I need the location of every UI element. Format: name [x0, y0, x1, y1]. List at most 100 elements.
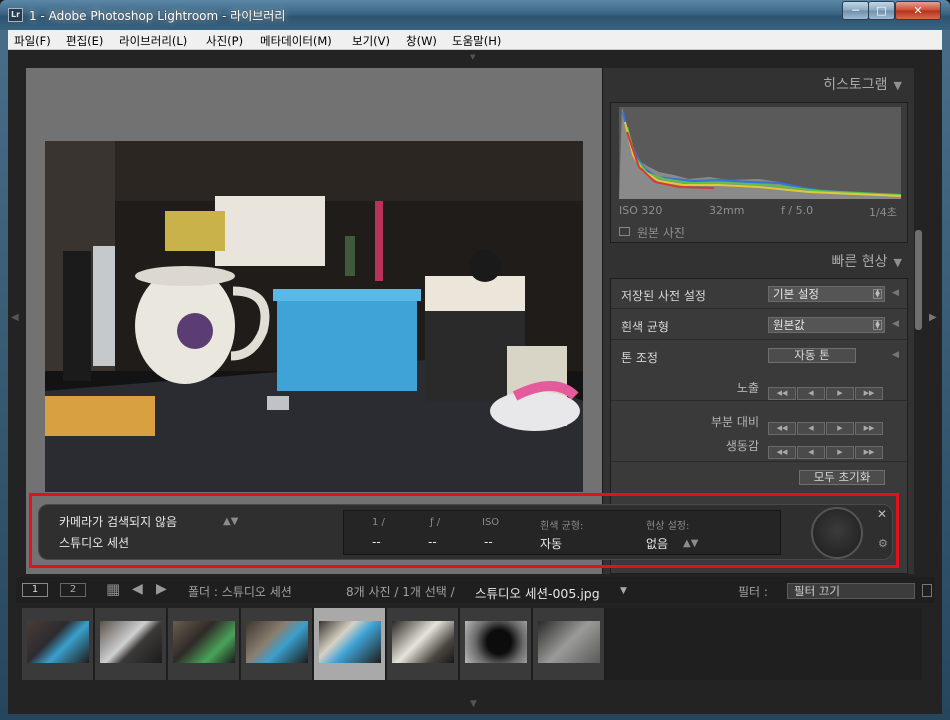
- lightroom-app-icon[interactable]: Lr: [8, 8, 23, 22]
- tether-settings-gear-icon[interactable]: ⚙: [878, 537, 888, 550]
- folder-source[interactable]: 폴더 : 스튜디오 세션: [188, 583, 292, 600]
- increase-large-button[interactable]: ▶▶: [855, 446, 883, 459]
- grid-view-icon[interactable]: ▦: [106, 580, 120, 598]
- secondary-window-button[interactable]: 2: [60, 583, 86, 597]
- auto-tone-button[interactable]: 자동 톤: [768, 348, 856, 363]
- histogram-iso: ISO 320: [619, 204, 663, 217]
- filmstrip-thumbnail[interactable]: [241, 608, 313, 680]
- shutter-button[interactable]: [811, 507, 863, 559]
- menu-window[interactable]: 창(W): [406, 33, 437, 49]
- collapse-triangle-icon[interactable]: ▼: [894, 256, 902, 269]
- decrease-large-button[interactable]: ◀◀: [768, 422, 796, 435]
- vibrance-stepper[interactable]: ◀◀ ◀ ▶ ▶▶: [768, 439, 885, 459]
- filmstrip-thumbnail[interactable]: [460, 608, 532, 680]
- app-window: Lr 1 - Adobe Photoshop Lightroom - 라이브러리…: [0, 0, 950, 720]
- wb-label: 흰색 균형:: [540, 521, 584, 532]
- filmstrip-thumbnail[interactable]: [168, 608, 240, 680]
- back-arrow-icon[interactable]: ◀: [132, 581, 143, 597]
- menu-help[interactable]: 도움말(H): [452, 33, 501, 49]
- histogram-header[interactable]: 히스토그램 ▼: [823, 74, 902, 94]
- reset-all-button[interactable]: 모두 초기화: [799, 470, 885, 485]
- tone-label: 톤 조정: [621, 351, 658, 365]
- filter-lock-icon[interactable]: [922, 584, 932, 597]
- thumbnail-image: [100, 621, 162, 663]
- filmstrip-thumbnail[interactable]: [533, 608, 605, 680]
- thumbnail-image: [246, 621, 308, 663]
- right-panel-toggle-icon[interactable]: ▶: [929, 312, 937, 323]
- develop-settings-value[interactable]: 없음: [646, 535, 668, 552]
- thumbnail-image: [173, 621, 235, 663]
- tethered-capture-bar: 카메라가 검색되지 않음 ▲▼ 스튜디오 세션 1 / ƒ / ISO -- -…: [38, 504, 893, 560]
- bottom-panel-toggle-icon[interactable]: ▼: [470, 699, 477, 709]
- primary-window-button[interactable]: 1: [22, 583, 48, 597]
- increase-button[interactable]: ▶: [826, 387, 854, 400]
- photo-counts: 8개 사진 / 1개 선택 /: [346, 585, 455, 599]
- menu-metadata[interactable]: 메타데이터(M): [260, 33, 332, 49]
- right-panel-scrollbar[interactable]: [915, 230, 922, 330]
- increase-button[interactable]: ▶: [826, 446, 854, 459]
- saved-preset-label: 저장된 사전 설정: [621, 289, 706, 303]
- session-name: 스튜디오 세션: [59, 536, 130, 550]
- tone-row: 톤 조정 자동 톤 ◀ 노출 ◀◀ ◀ ▶ ▶▶: [611, 341, 907, 401]
- histogram-panel[interactable]: ISO 320 32mm f / 5.0 1/4초 원본 사진: [610, 102, 908, 243]
- menu-edit[interactable]: 편집(E): [66, 33, 103, 49]
- updown-icon: ▲ ▼: [873, 320, 882, 330]
- increase-large-button[interactable]: ▶▶: [855, 387, 883, 400]
- menu-library[interactable]: 라이브러리(L): [119, 33, 187, 49]
- wb-value: 자동: [540, 537, 563, 551]
- main-photo[interactable]: [45, 141, 583, 492]
- decrease-button[interactable]: ◀: [797, 446, 825, 459]
- clarity-label: 부분 대비: [711, 415, 759, 429]
- clarity-stepper[interactable]: ◀◀ ◀ ▶ ▶▶: [768, 415, 885, 435]
- forward-arrow-icon[interactable]: ▶: [156, 581, 167, 597]
- filename-dropdown-icon[interactable]: ▼: [620, 586, 627, 596]
- top-panel-toggle-icon[interactable]: ▼: [470, 53, 480, 61]
- increase-large-button[interactable]: ▶▶: [855, 422, 883, 435]
- decrease-large-button[interactable]: ◀◀: [768, 446, 796, 459]
- saved-preset-select[interactable]: 기본 설정 ▲ ▼: [768, 286, 885, 302]
- decrease-button[interactable]: ◀: [797, 387, 825, 400]
- quick-develop-header[interactable]: 빠른 현상 ▼: [832, 251, 902, 271]
- thumbnail-image: [465, 621, 527, 663]
- filmstrip-thumbnail[interactable]: [22, 608, 94, 680]
- expand-triangle-icon[interactable]: ◀: [892, 350, 899, 360]
- aperture-value: --: [428, 535, 437, 549]
- develop-settings-label: 현상 설정:: [646, 521, 690, 532]
- saved-preset-value: 기본 설정: [773, 287, 819, 301]
- expand-triangle-icon[interactable]: ◀: [892, 319, 899, 329]
- original-photo-label[interactable]: 원본 사진: [637, 224, 685, 241]
- menu-file[interactable]: 파일(F): [14, 33, 51, 49]
- white-balance-select[interactable]: 원본값 ▲ ▼: [768, 317, 885, 333]
- aperture-label: ƒ /: [430, 517, 441, 528]
- original-photo-checkbox[interactable]: [619, 227, 630, 236]
- filter-label: 필터 :: [738, 585, 768, 599]
- camera-settings-display: 1 / ƒ / ISO -- -- -- 흰색 균형: 자동 현상 설정: 없음…: [343, 510, 781, 555]
- filmstrip-thumbnail-selected[interactable]: [314, 608, 386, 680]
- close-button[interactable]: ✕: [895, 1, 941, 20]
- exposure-stepper[interactable]: ◀◀ ◀ ▶ ▶▶: [768, 380, 885, 400]
- filter-select[interactable]: 필터 끄기: [787, 583, 915, 599]
- white-balance-label: 흰색 균형: [621, 320, 669, 334]
- minimize-button[interactable]: ─: [842, 1, 869, 20]
- increase-button[interactable]: ▶: [826, 422, 854, 435]
- current-filename[interactable]: 스튜디오 세션-005.jpg: [475, 583, 600, 602]
- left-panel-toggle-icon[interactable]: ◀: [11, 312, 19, 323]
- decrease-large-button[interactable]: ◀◀: [768, 387, 796, 400]
- menu-view[interactable]: 보기(V): [352, 33, 390, 49]
- filmstrip-thumbnail[interactable]: [95, 608, 167, 680]
- collapse-triangle-icon[interactable]: ▼: [894, 79, 902, 92]
- maximize-button[interactable]: □: [868, 1, 895, 20]
- window-title: 1 - Adobe Photoshop Lightroom - 라이브러리: [29, 9, 286, 23]
- camera-status[interactable]: 카메라가 검색되지 않음: [59, 513, 177, 530]
- decrease-button[interactable]: ◀: [797, 422, 825, 435]
- develop-dropdown-icon[interactable]: ▲▼: [683, 538, 698, 549]
- iso-label: ISO: [482, 517, 500, 528]
- filmstrip-thumbnail[interactable]: [387, 608, 459, 680]
- histogram-graph[interactable]: [619, 107, 902, 199]
- title-bar[interactable]: Lr 1 - Adobe Photoshop Lightroom - 라이브러리…: [0, 0, 950, 30]
- menu-photo[interactable]: 사진(P): [206, 33, 243, 49]
- expand-triangle-icon[interactable]: ◀: [892, 288, 899, 298]
- camera-dropdown-icon[interactable]: ▲▼: [223, 516, 238, 527]
- vibrance-label: 생동감: [725, 439, 759, 453]
- tether-close-icon[interactable]: ✕: [877, 507, 887, 521]
